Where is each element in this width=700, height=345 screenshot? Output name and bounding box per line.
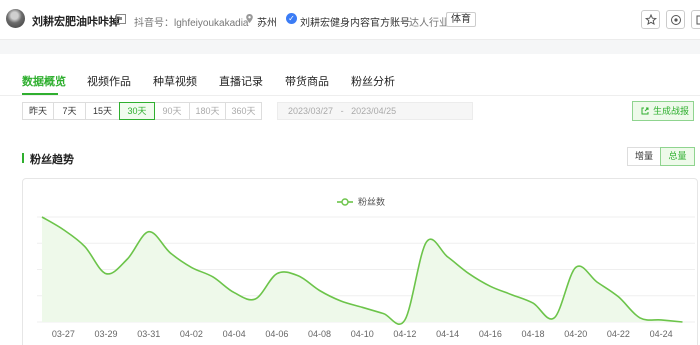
date-separator: - bbox=[340, 106, 344, 116]
date-range-picker[interactable]: 2023/03/27 - 2023/04/25 bbox=[277, 102, 473, 120]
favorite-button[interactable] bbox=[641, 10, 660, 29]
tab-live-records[interactable]: 直播记录 bbox=[219, 73, 263, 89]
period-7d[interactable]: 7天 bbox=[53, 102, 86, 120]
toggle-increment[interactable]: 增量 bbox=[627, 147, 661, 166]
data-point-04-04[interactable] bbox=[231, 290, 237, 296]
data-point-04-05[interactable] bbox=[253, 296, 259, 302]
data-point-04-06[interactable] bbox=[274, 271, 280, 277]
data-point-04-08[interactable] bbox=[317, 288, 323, 294]
map-pin-icon bbox=[246, 14, 253, 23]
chart-svg: 粉丝数 03-27 03-29 03-31 04-02 04-04 04-06 04-08 0… bbox=[37, 196, 695, 339]
data-point-04-09[interactable] bbox=[338, 298, 344, 304]
generate-report-label: 生成战报 bbox=[653, 106, 690, 116]
x-axis-ticks: 03-27 03-29 03-31 04-02 04-04 04-06 04-08 04-10… bbox=[52, 329, 673, 339]
data-point-04-25[interactable] bbox=[680, 319, 686, 325]
x-tick-label: 04-08 bbox=[308, 329, 331, 339]
x-tick-label: 03-31 bbox=[137, 329, 160, 339]
tab-seeding-videos[interactable]: 种草视频 bbox=[153, 73, 197, 89]
generate-report-button[interactable]: 生成战报 bbox=[632, 101, 694, 121]
data-point-04-14[interactable] bbox=[445, 254, 451, 260]
data-point-04-11[interactable] bbox=[381, 311, 387, 317]
data-point-04-18[interactable] bbox=[530, 300, 536, 306]
data-point-04-15[interactable] bbox=[466, 271, 472, 277]
data-point-03-30[interactable] bbox=[124, 256, 130, 262]
fan-trend-section: 粉丝趋势 增量 总量 粉丝数 03-27 03-29 03-31 04-02 04-04… bbox=[0, 132, 700, 345]
data-point-04-10[interactable] bbox=[359, 304, 365, 310]
period-180d[interactable]: 180天 bbox=[189, 102, 226, 120]
export-icon bbox=[641, 107, 649, 115]
expand-button[interactable] bbox=[691, 10, 700, 29]
verified-badge-icon: ✓ bbox=[286, 13, 297, 24]
active-tab-underline bbox=[22, 93, 58, 95]
x-tick-label: 04-04 bbox=[223, 329, 246, 339]
filter-row: 昨天 7天 15天 30天 90天 180天 360天 2023/03/27 -… bbox=[0, 96, 700, 132]
x-tick-label: 04-20 bbox=[564, 329, 587, 339]
data-point-04-19[interactable] bbox=[551, 315, 557, 321]
data-point-04-02[interactable] bbox=[188, 264, 194, 270]
tab-products[interactable]: 带货商品 bbox=[285, 73, 329, 89]
data-point-04-13[interactable] bbox=[423, 239, 429, 245]
qr-code-icon[interactable] bbox=[116, 14, 126, 24]
data-point-04-24[interactable] bbox=[658, 317, 664, 323]
data-point-03-27[interactable] bbox=[60, 227, 66, 233]
data-point-04-17[interactable] bbox=[509, 292, 515, 298]
industry-tag: 体育 bbox=[446, 12, 476, 27]
data-point-04-01[interactable] bbox=[167, 250, 173, 256]
x-tick-label: 04-12 bbox=[393, 329, 416, 339]
avatar[interactable] bbox=[6, 9, 25, 28]
data-point-04-03[interactable] bbox=[210, 274, 216, 280]
tab-videos[interactable]: 视频作品 bbox=[87, 73, 131, 89]
date-start: 2023/03/27 bbox=[288, 106, 334, 116]
x-tick-label: 04-02 bbox=[180, 329, 203, 339]
period-360d[interactable]: 360天 bbox=[225, 102, 262, 120]
x-tick-label: 04-14 bbox=[436, 329, 459, 339]
data-point-04-16[interactable] bbox=[487, 283, 493, 289]
data-point-03-26[interactable] bbox=[39, 214, 45, 220]
profile-header: 刘耕宏肥油咔咔掉 抖音号：lghfeiyoukakadia 苏州 ✓ 刘耕宏健身… bbox=[0, 0, 700, 40]
x-tick-label: 03-29 bbox=[95, 329, 118, 339]
data-point-03-28[interactable] bbox=[82, 243, 88, 249]
industry-label: 达人行业 bbox=[409, 18, 449, 29]
x-tick-label: 04-16 bbox=[479, 329, 502, 339]
verification-text: 刘耕宏健身内容官方账号 bbox=[300, 18, 410, 29]
data-point-04-22[interactable] bbox=[615, 294, 621, 300]
data-point-04-07[interactable] bbox=[295, 273, 301, 279]
period-15d[interactable]: 15天 bbox=[85, 102, 120, 120]
douyin-id: 抖音号：lghfeiyoukakadia bbox=[134, 18, 249, 29]
toggle-total[interactable]: 总量 bbox=[660, 147, 695, 166]
x-tick-label: 04-18 bbox=[522, 329, 545, 339]
x-tick-label: 04-06 bbox=[265, 329, 288, 339]
chart-legend: 粉丝数 bbox=[337, 196, 385, 207]
x-tick-label: 04-10 bbox=[351, 329, 374, 339]
data-point-03-29[interactable] bbox=[103, 271, 109, 277]
data-point-04-20[interactable] bbox=[573, 264, 579, 270]
legend-marker[interactable] bbox=[341, 198, 349, 206]
x-tick-label: 04-24 bbox=[650, 329, 673, 339]
account-name: 刘耕宏肥油咔咔掉 bbox=[32, 16, 120, 28]
tab-fan-analysis[interactable]: 粉丝分析 bbox=[351, 73, 395, 89]
date-end: 2023/04/25 bbox=[351, 106, 397, 116]
location-text: 苏州 bbox=[257, 18, 277, 29]
period-yesterday[interactable]: 昨天 bbox=[22, 102, 54, 120]
period-30d[interactable]: 30天 bbox=[119, 102, 155, 120]
section-title: 粉丝趋势 bbox=[30, 154, 74, 166]
section-accent-bar bbox=[22, 153, 24, 163]
main-tabs: 数据概览 视频作品 种草视频 直播记录 带货商品 粉丝分析 bbox=[0, 54, 700, 96]
expand-icon bbox=[696, 15, 700, 25]
data-point-04-21[interactable] bbox=[594, 279, 600, 285]
period-90d[interactable]: 90天 bbox=[154, 102, 190, 120]
target-icon bbox=[671, 15, 681, 25]
data-point-04-12[interactable] bbox=[402, 317, 408, 323]
legend-label[interactable]: 粉丝数 bbox=[358, 196, 385, 207]
x-tick-label: 04-22 bbox=[607, 329, 630, 339]
data-point-03-31[interactable] bbox=[146, 229, 152, 235]
x-tick-label: 03-27 bbox=[52, 329, 75, 339]
data-point-04-23[interactable] bbox=[637, 315, 643, 321]
star-icon bbox=[645, 14, 657, 26]
fan-trend-chart: 粉丝数 03-27 03-29 03-31 04-02 04-04 04-06 04-08 0… bbox=[22, 178, 698, 345]
tab-overview[interactable]: 数据概览 bbox=[22, 73, 66, 89]
monitor-button[interactable] bbox=[666, 10, 685, 29]
